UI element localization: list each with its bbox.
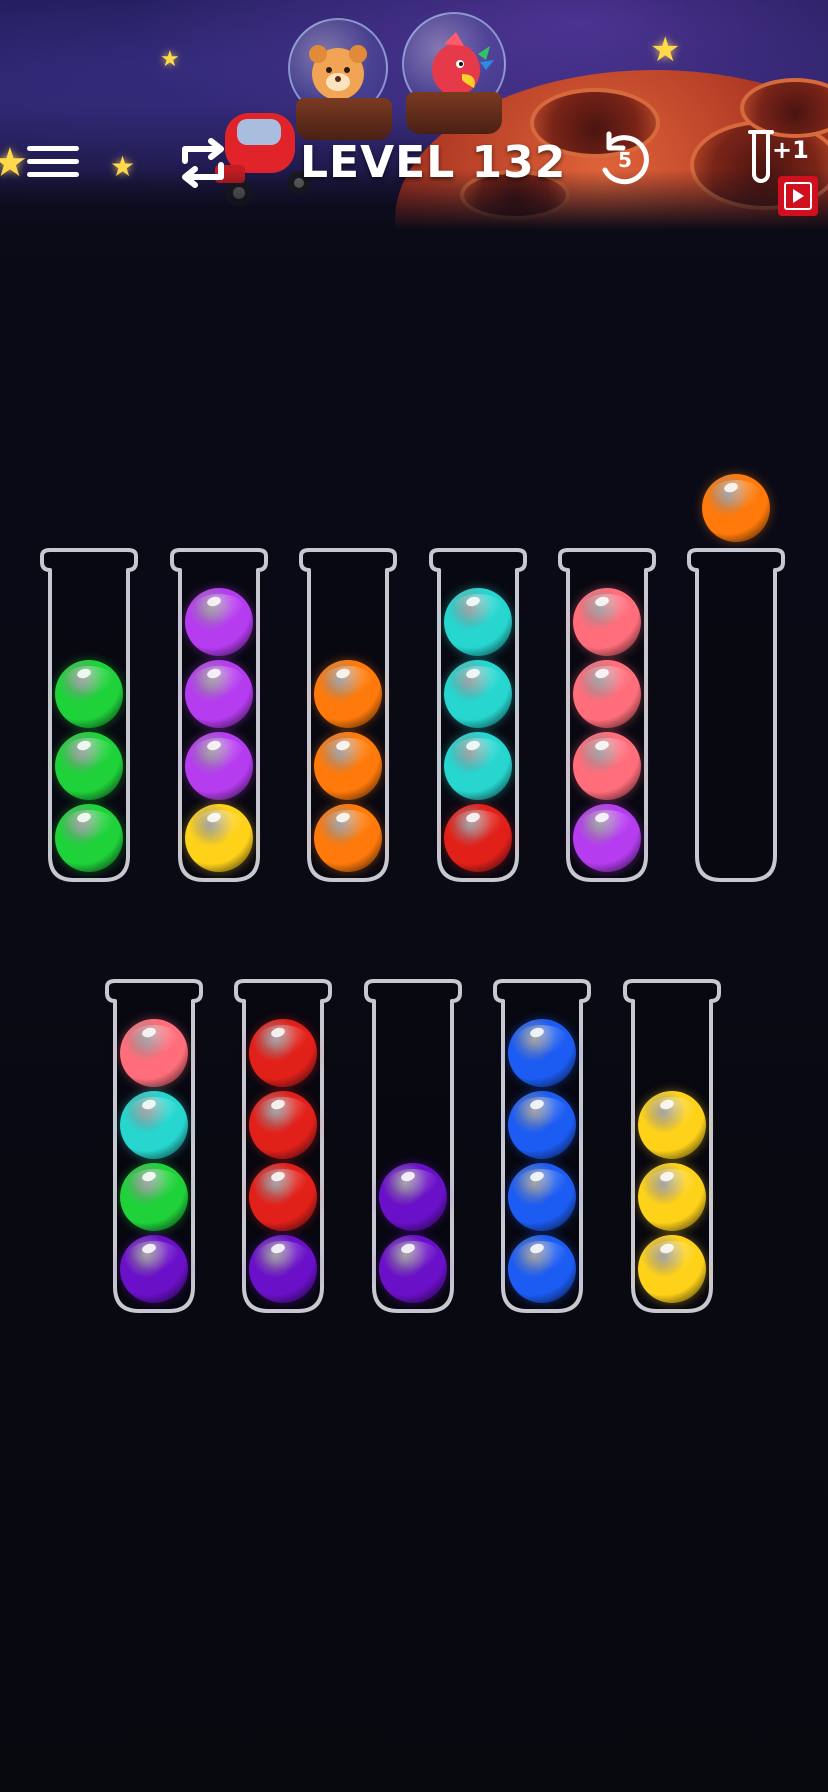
ball-blue [508,1019,576,1087]
ball-cyan [120,1091,188,1159]
ball-green [55,804,123,872]
ball-orange [314,732,382,800]
ball-blue [508,1163,576,1231]
star-icon: ★ [650,31,681,69]
undo-button[interactable]: 5 [595,130,655,194]
ball-blue [508,1091,576,1159]
ball-indigo [379,1235,447,1303]
ball-red [444,804,512,872]
ball-indigo [249,1235,317,1303]
ball-indigo [379,1163,447,1231]
ball-blue [508,1235,576,1303]
tube[interactable] [362,977,464,1317]
tube[interactable] [491,977,593,1317]
tube[interactable] [103,977,205,1317]
ball-green [120,1163,188,1231]
ball-purple [185,660,253,728]
ball-green [55,732,123,800]
ball-pink [573,660,641,728]
tube[interactable] [297,546,399,886]
ball-purple [185,732,253,800]
tube[interactable] [621,977,723,1317]
ball-indigo [120,1235,188,1303]
tube[interactable] [38,546,140,886]
add-tube-label: +1 [772,136,809,164]
ball-pink [573,588,641,656]
ball-cyan [444,732,512,800]
tube[interactable] [427,546,529,886]
level-title: LEVEL 132 [300,137,567,188]
ball-cyan [444,588,512,656]
ball-yellow [638,1163,706,1231]
basket-illustration [406,92,502,134]
video-ad-icon [778,176,818,216]
ball-red [249,1163,317,1231]
ball-yellow [185,804,253,872]
ball-cyan [444,660,512,728]
ball-orange [314,660,382,728]
ball-pink [573,732,641,800]
ball-purple [185,588,253,656]
star-icon: ★ [160,46,180,71]
lifted-ball[interactable] [702,474,770,542]
ball-red [249,1091,317,1159]
ball-yellow [638,1091,706,1159]
restart-arrows-icon[interactable] [175,135,231,191]
ball-green [55,660,123,728]
ball-pink [120,1019,188,1087]
add-tube-button[interactable]: +1 [738,128,818,218]
tube[interactable] [556,546,658,886]
ball-purple [573,804,641,872]
game-screen: ★ ★ ★ ★ ★ [0,0,828,1792]
header-banner: ★ ★ ★ ★ ★ [0,0,828,230]
hamburger-menu-icon[interactable] [22,140,84,184]
ball-yellow [638,1235,706,1303]
tube-outline [687,548,785,882]
tube[interactable] [685,546,787,886]
ball-red [249,1019,317,1087]
undo-count: 5 [618,148,632,172]
ball-orange [314,804,382,872]
tube[interactable] [168,546,270,886]
tube[interactable] [232,977,334,1317]
